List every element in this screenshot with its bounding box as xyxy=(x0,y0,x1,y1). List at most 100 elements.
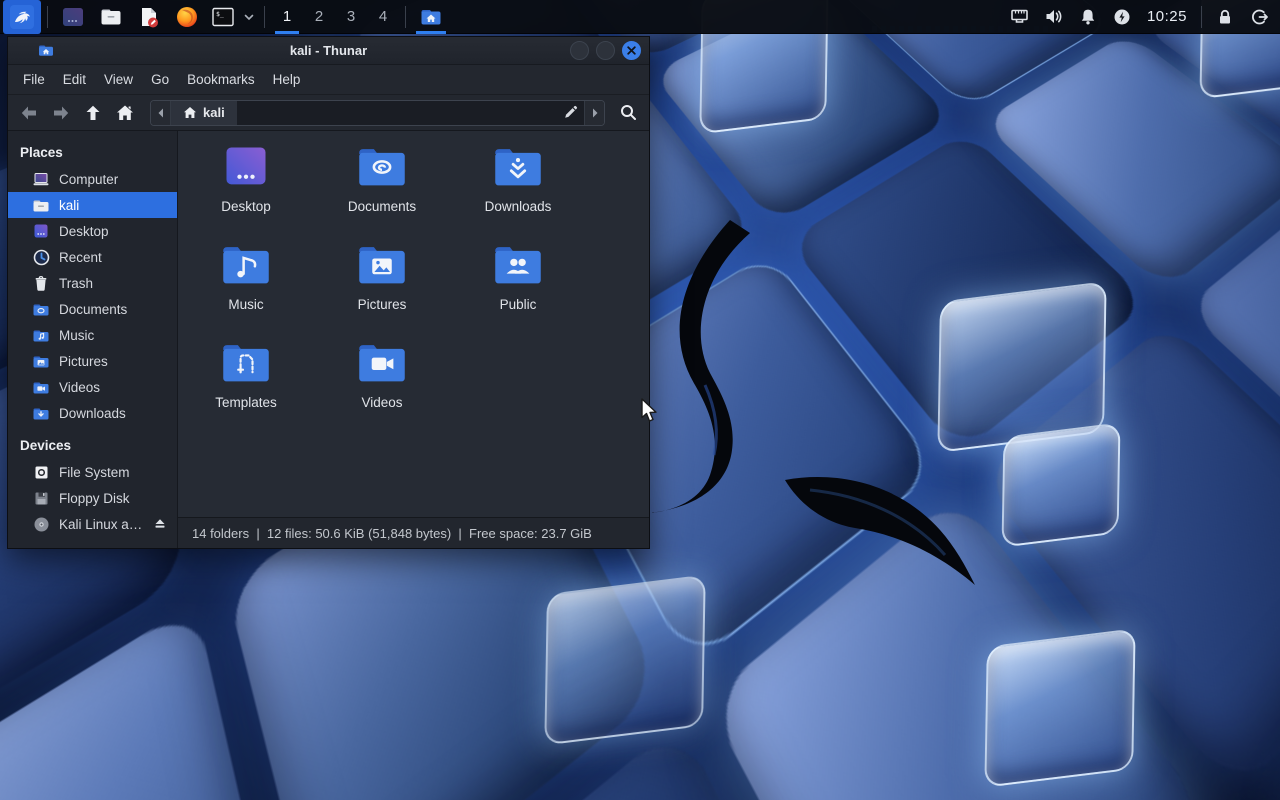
titlebar[interactable]: kali - Thunar xyxy=(8,37,649,65)
file-item-downloads[interactable]: Downloads xyxy=(450,145,586,243)
wallpaper-dragon-shape xyxy=(780,460,980,590)
terminal-dropdown-button[interactable] xyxy=(240,0,258,34)
maximize-button[interactable] xyxy=(596,41,615,60)
sidebar-item-recent[interactable]: Recent xyxy=(8,244,177,270)
logout-button[interactable] xyxy=(1242,0,1276,34)
file-view[interactable]: Desktop Documents xyxy=(178,131,649,517)
devices-header: Devices xyxy=(8,426,177,459)
thunar-window: kali - Thunar File Edit View Go Bookmark… xyxy=(7,36,650,549)
sidebar-item-label: Downloads xyxy=(59,406,126,421)
power-manager-tray-button[interactable] xyxy=(1105,0,1139,34)
file-item-desktop[interactable]: Desktop xyxy=(178,145,314,243)
panel-separator xyxy=(47,6,48,28)
workspace-button-4[interactable]: 4 xyxy=(367,0,399,34)
sidebar-item-kali[interactable]: kali xyxy=(8,192,177,218)
taskbar-thunar-button[interactable] xyxy=(412,0,450,34)
music-folder-icon xyxy=(32,326,50,344)
file-manager-icon xyxy=(99,5,123,29)
sidebar-item-label: Recent xyxy=(59,250,102,265)
workspace-button-3[interactable]: 3 xyxy=(335,0,367,34)
file-item-music[interactable]: Music xyxy=(178,243,314,341)
pictures-folder-icon xyxy=(356,243,408,287)
workspace-button-1[interactable]: 1 xyxy=(271,0,303,34)
music-folder-icon xyxy=(220,243,272,287)
path-edit-button[interactable] xyxy=(556,101,584,125)
lock-screen-button[interactable] xyxy=(1208,0,1242,34)
sidebar-item-documents[interactable]: Documents xyxy=(8,296,177,322)
sidebar-item-music[interactable]: Music xyxy=(8,322,177,348)
file-item-videos[interactable]: Videos xyxy=(314,341,450,439)
file-item-pictures[interactable]: Pictures xyxy=(314,243,450,341)
mouse-cursor xyxy=(638,398,660,424)
file-item-documents[interactable]: Documents xyxy=(314,145,450,243)
sidebar-item-label: Kali Linux a… xyxy=(59,517,142,532)
downloads-folder-icon xyxy=(492,145,544,189)
network-tray-button[interactable] xyxy=(1003,0,1037,34)
power-bolt-icon xyxy=(1112,7,1132,27)
home-button[interactable] xyxy=(110,99,140,127)
sidebar-item-trash[interactable]: Trash xyxy=(8,270,177,296)
sidebar-item-floppy-disk[interactable]: Floppy Disk xyxy=(8,485,177,511)
file-label: Pictures xyxy=(358,297,407,312)
network-header: Network xyxy=(8,537,177,548)
panel-clock[interactable]: 10:25 xyxy=(1139,8,1195,25)
workspace-label: 4 xyxy=(379,8,387,25)
sidebar-item-file-system[interactable]: File System xyxy=(8,459,177,485)
firefox-icon xyxy=(175,5,199,29)
menu-file[interactable]: File xyxy=(14,67,54,92)
sidebar-item-kali-linux-cd[interactable]: Kali Linux a… xyxy=(8,511,177,537)
terminal-icon: $_ xyxy=(211,5,235,29)
wallpaper-glass-cube xyxy=(1001,422,1120,547)
panel-separator xyxy=(1201,6,1202,28)
launcher-firefox[interactable] xyxy=(168,0,206,34)
up-button[interactable] xyxy=(78,99,108,127)
launcher-terminal[interactable]: $_ xyxy=(206,0,240,34)
file-label: Desktop xyxy=(221,199,271,214)
sidebar-item-pictures[interactable]: Pictures xyxy=(8,348,177,374)
panel-separator xyxy=(264,6,265,28)
menu-bookmarks[interactable]: Bookmarks xyxy=(178,67,264,92)
dark-window-icon xyxy=(61,5,85,29)
back-arrow-icon xyxy=(19,103,39,123)
sidebar-item-videos[interactable]: Videos xyxy=(8,374,177,400)
sidebar-item-label: Computer xyxy=(59,172,118,187)
file-item-public[interactable]: Public xyxy=(450,243,586,341)
sidebar-item-label: Floppy Disk xyxy=(59,491,130,506)
kali-menu-button[interactable] xyxy=(3,0,41,34)
volume-tray-button[interactable] xyxy=(1037,0,1071,34)
status-text: 14 folders | 12 files: 50.6 KiB (51,848 … xyxy=(192,526,592,541)
thunar-home-folder-icon xyxy=(419,5,443,29)
minimize-button[interactable] xyxy=(570,41,589,60)
file-label: Videos xyxy=(361,395,402,410)
recent-clock-icon xyxy=(32,248,50,266)
sidebar-item-computer[interactable]: Computer xyxy=(8,166,177,192)
workspace-button-2[interactable]: 2 xyxy=(303,0,335,34)
file-item-templates[interactable]: Templates xyxy=(178,341,314,439)
path-scroll-right-button[interactable] xyxy=(584,101,604,125)
launcher-file-manager[interactable] xyxy=(92,0,130,34)
menu-help[interactable]: Help xyxy=(264,67,310,92)
launcher-desktop-settings[interactable] xyxy=(54,0,92,34)
file-label: Public xyxy=(500,297,537,312)
eject-button[interactable] xyxy=(153,516,167,533)
videos-folder-icon xyxy=(32,378,50,396)
chevron-left-icon xyxy=(156,107,166,119)
menubar: File Edit View Go Bookmarks Help xyxy=(8,65,649,95)
menu-edit[interactable]: Edit xyxy=(54,67,95,92)
sidebar-item-desktop[interactable]: Desktop xyxy=(8,218,177,244)
menu-go[interactable]: Go xyxy=(142,67,178,92)
search-button[interactable] xyxy=(613,99,643,127)
pictures-folder-icon xyxy=(32,352,50,370)
back-button[interactable] xyxy=(14,99,44,127)
notifications-tray-button[interactable] xyxy=(1071,0,1105,34)
forward-button[interactable] xyxy=(46,99,76,127)
optical-disc-icon xyxy=(32,515,50,533)
file-label: Downloads xyxy=(485,199,552,214)
close-button[interactable] xyxy=(622,41,641,60)
home-icon xyxy=(183,106,197,119)
launcher-text-editor[interactable] xyxy=(130,0,168,34)
path-scroll-left-button[interactable] xyxy=(151,101,171,125)
menu-view[interactable]: View xyxy=(95,67,142,92)
path-crumb-kali[interactable]: kali xyxy=(171,101,237,125)
sidebar-item-downloads[interactable]: Downloads xyxy=(8,400,177,426)
